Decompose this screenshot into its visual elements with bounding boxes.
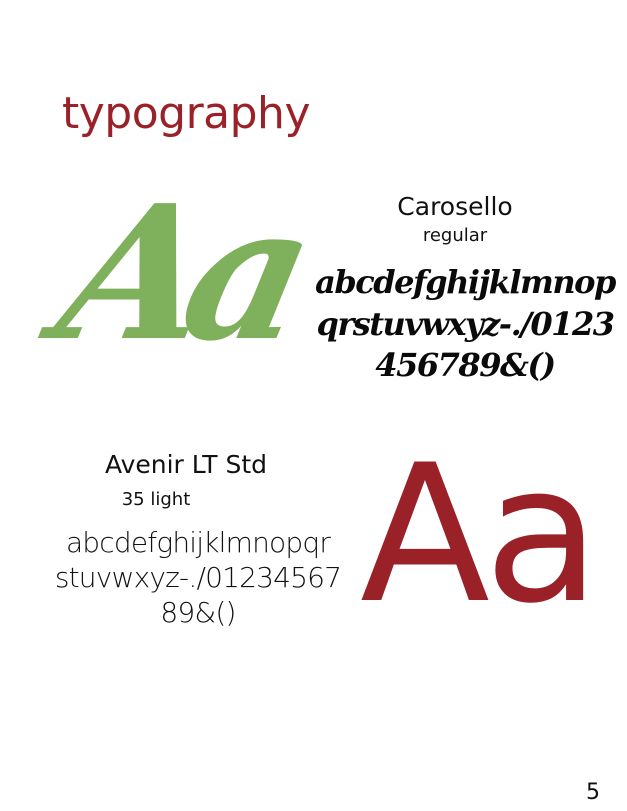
page-title: typography (62, 88, 310, 139)
sans-glyph-line-3: 89&() (160, 596, 236, 629)
script-font-weight: regular (422, 225, 488, 246)
sans-font-sample: Aa (360, 424, 600, 645)
script-font-sample: Aa (42, 164, 313, 382)
sans-font-name: Avenir LT Std (104, 450, 268, 479)
script-font-name: Carosello (397, 192, 513, 221)
script-glyph-line-1: abcdefghijklmnop (315, 263, 616, 301)
page-number: 5 (586, 780, 600, 805)
script-glyph-line-2: qrstuvwxyz-./0123 (316, 305, 615, 343)
sans-glyph-line-2: stuvwxyz-./01234567 (54, 561, 342, 594)
sans-font-weight: 35 light (121, 489, 191, 510)
sans-glyph-line-1: abcdefghijklmnopqr (65, 526, 331, 559)
script-glyph-line-3: 456789&() (375, 346, 556, 384)
